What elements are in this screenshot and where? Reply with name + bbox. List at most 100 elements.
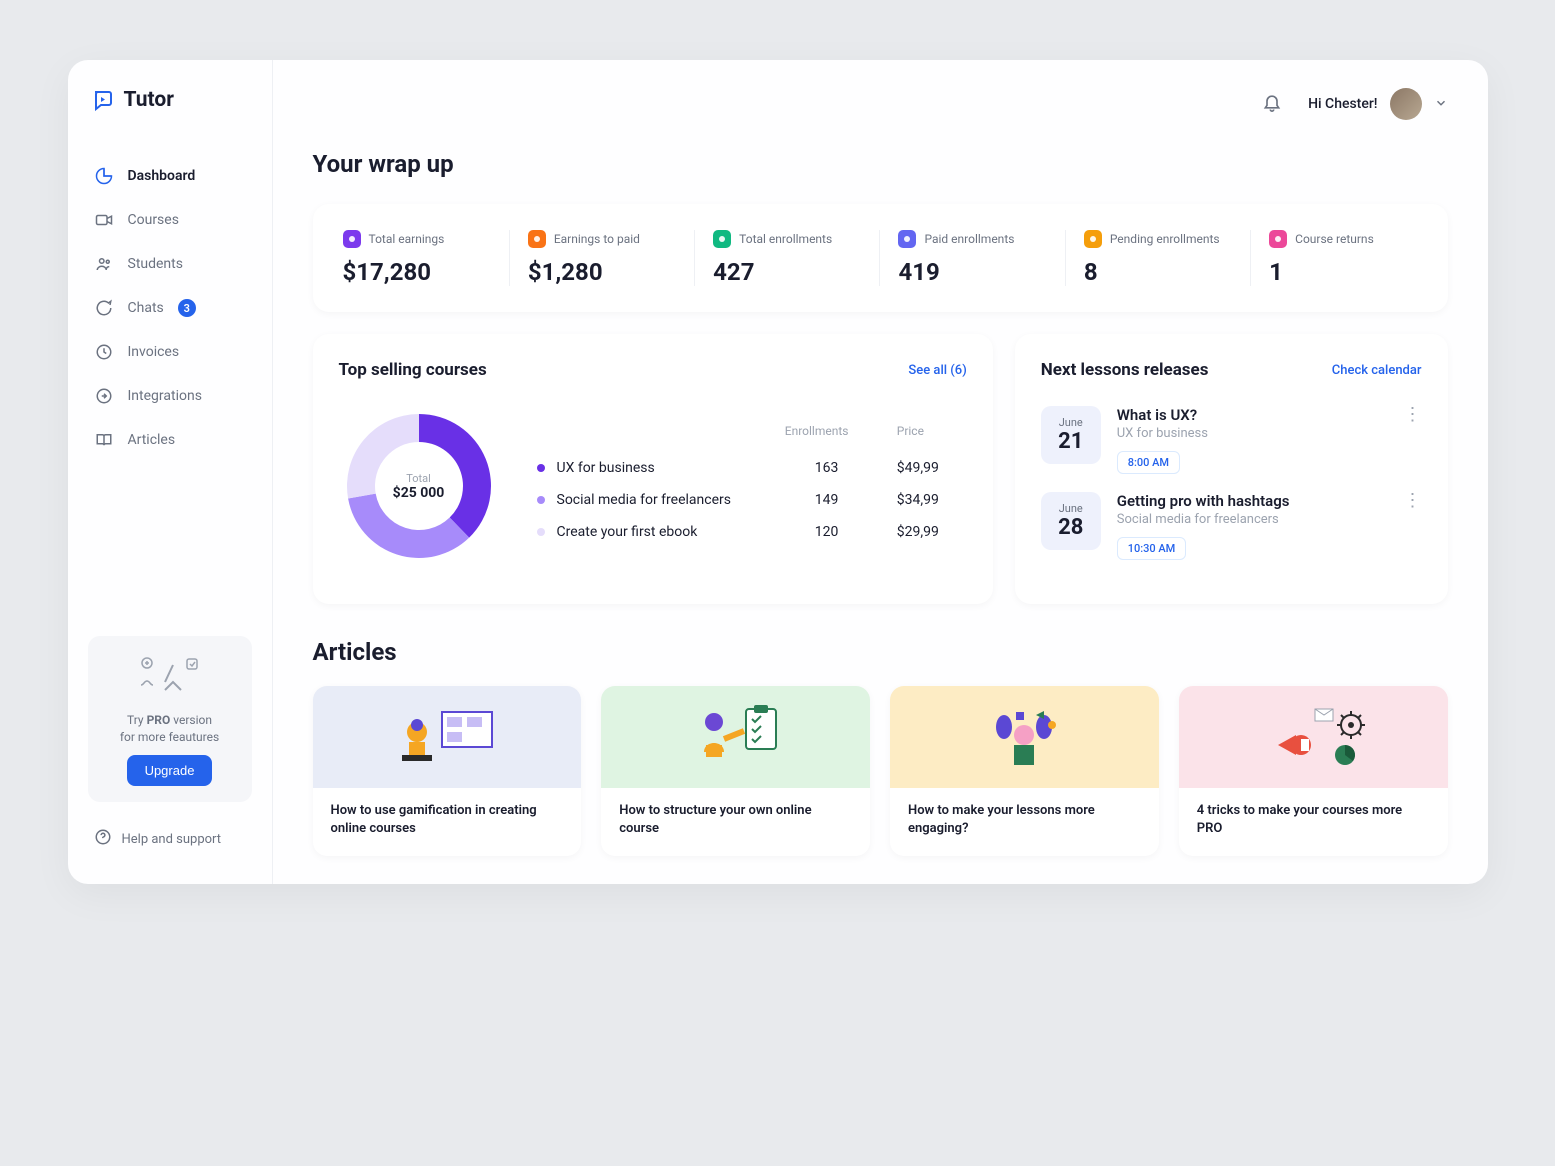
- stat-value: $1,280: [528, 258, 676, 286]
- course-price: $49,99: [897, 460, 967, 476]
- course-name: Social media for freelancers: [557, 492, 803, 508]
- greeting: Hi Chester!: [1308, 96, 1377, 112]
- legend-dot: [537, 496, 545, 504]
- stat-icon: [898, 230, 916, 248]
- promo-card: Try PRO versionfor more feautures Upgrad…: [88, 636, 252, 803]
- col-enrollments: Enrollments: [785, 424, 855, 438]
- course-row[interactable]: Social media for freelancers 149 $34,99: [537, 484, 967, 516]
- more-icon[interactable]: ⋮: [1404, 492, 1422, 510]
- stat-label: Earnings to paid: [554, 232, 640, 246]
- course-name: Create your first ebook: [557, 524, 803, 540]
- lesson-title: What is UX?: [1117, 406, 1388, 424]
- lesson-time: 8:00 AM: [1117, 451, 1180, 474]
- course-row[interactable]: Create your first ebook120$29,99: [537, 516, 967, 548]
- sidebar: Tutor Dashboard Courses Students Chats 3…: [68, 60, 273, 884]
- promo-text: Try PRO versionfor more feautures: [104, 712, 236, 746]
- stat-icon: [1269, 230, 1287, 248]
- sidebar-item-label: Articles: [128, 432, 176, 448]
- article-card[interactable]: How to make your lessons more engaging?: [890, 686, 1159, 856]
- donut-chart: Total $25 000: [339, 406, 499, 566]
- course-row[interactable]: UX for business 163 $49,99: [537, 452, 967, 484]
- donut-total-label: Total: [406, 472, 431, 485]
- upgrade-button[interactable]: Upgrade: [127, 755, 213, 786]
- lessons-card: Next lessons releases Check calendar Jun…: [1015, 334, 1448, 604]
- sidebar-item-invoices[interactable]: Invoices: [88, 330, 252, 374]
- sidebar-item-integrations[interactable]: Integrations: [88, 374, 252, 418]
- logo[interactable]: Tutor: [88, 88, 252, 112]
- sidebar-item-courses[interactable]: Courses: [88, 198, 252, 242]
- lesson-course: Social media for freelancers: [1117, 512, 1388, 527]
- sidebar-item-chats[interactable]: Chats 3: [88, 286, 252, 330]
- article-illustration: [601, 686, 870, 788]
- stat-icon: [1084, 230, 1102, 248]
- article-card[interactable]: How to structure your own online course: [601, 686, 870, 856]
- main: Hi Chester! Your wrap up Total earnings$…: [273, 60, 1488, 884]
- stat-item: Total earnings $17,280: [343, 230, 510, 286]
- invoice-icon: [94, 342, 114, 362]
- course-enrollments: 149: [815, 492, 885, 508]
- notifications-button[interactable]: [1262, 92, 1282, 116]
- article-title: How to use gamification in creating onli…: [313, 788, 582, 856]
- stat-value: 1: [1269, 258, 1417, 286]
- course-price: $34,99: [897, 492, 967, 508]
- integrations-icon: [94, 386, 114, 406]
- logo-text: Tutor: [124, 88, 174, 112]
- video-icon: [94, 210, 114, 230]
- article-card[interactable]: 4 tricks to make your courses more PRO: [1179, 686, 1448, 856]
- book-icon: [94, 430, 114, 450]
- chevron-down-icon: [1434, 95, 1448, 114]
- article-illustration: [313, 686, 582, 788]
- article-title: How to make your lessons more engaging?: [890, 788, 1159, 856]
- lesson-item[interactable]: June21 What is UX? UX for business 8:00 AM ⋮: [1041, 406, 1422, 474]
- lesson-title: Getting pro with hashtags: [1117, 492, 1388, 510]
- stat-label: Paid enrollments: [924, 232, 1014, 246]
- sidebar-item-label: Invoices: [128, 344, 180, 360]
- article-illustration: [1179, 686, 1448, 788]
- stat-item: Course returns 1: [1251, 230, 1417, 286]
- sidebar-item-students[interactable]: Students: [88, 242, 252, 286]
- lesson-date: June28: [1041, 492, 1101, 550]
- check-calendar-link[interactable]: Check calendar: [1332, 363, 1422, 378]
- stat-label: Course returns: [1295, 232, 1374, 246]
- donut-total-value: $25 000: [393, 485, 445, 501]
- stat-label: Total earnings: [369, 232, 445, 246]
- course-enrollments: 120: [815, 524, 885, 540]
- sidebar-item-dashboard[interactable]: Dashboard: [88, 154, 252, 198]
- stat-label: Pending enrollments: [1110, 232, 1220, 246]
- lesson-month: June: [1055, 416, 1087, 429]
- lesson-day: 21: [1055, 429, 1087, 454]
- course-enrollments: 163: [815, 460, 885, 476]
- article-title: 4 tricks to make your courses more PRO: [1179, 788, 1448, 856]
- help-link[interactable]: Help and support: [88, 822, 252, 856]
- stat-item: Paid enrollments419: [880, 230, 1065, 286]
- lesson-time: 10:30 AM: [1117, 537, 1187, 560]
- stat-icon: [713, 230, 731, 248]
- sidebar-item-label: Chats: [128, 300, 164, 316]
- top-selling-card: Top selling courses See all (6) Total $2…: [313, 334, 993, 604]
- course-name: UX for business: [557, 460, 803, 476]
- user-menu[interactable]: Hi Chester!: [1308, 88, 1447, 120]
- stat-value: $17,280: [343, 258, 491, 286]
- lesson-course: UX for business: [1117, 426, 1388, 441]
- stat-item: Total enrollments427: [695, 230, 880, 286]
- stat-label: Total enrollments: [739, 232, 832, 246]
- sidebar-item-articles[interactable]: Articles: [88, 418, 252, 462]
- topbar: Hi Chester!: [313, 88, 1448, 120]
- lesson-month: June: [1055, 502, 1087, 515]
- help-label: Help and support: [122, 832, 222, 847]
- lesson-date: June21: [1041, 406, 1101, 464]
- card-title: Top selling courses: [339, 360, 487, 380]
- sidebar-item-label: Dashboard: [128, 168, 196, 184]
- stat-icon: [343, 230, 361, 248]
- stat-icon: [528, 230, 546, 248]
- see-all-link[interactable]: See all (6): [908, 363, 966, 378]
- lesson-day: 28: [1055, 515, 1087, 540]
- promo-illustration: [104, 652, 236, 702]
- article-card[interactable]: How to use gamification in creating onli…: [313, 686, 582, 856]
- articles-grid: How to use gamification in creating onli…: [313, 686, 1448, 856]
- sidebar-item-label: Courses: [128, 212, 179, 228]
- lesson-item[interactable]: June28 Getting pro with hashtags Social me…: [1041, 492, 1422, 560]
- more-icon[interactable]: ⋮: [1404, 406, 1422, 424]
- top-selling-table: Enrollments Price UX for business163$49,…: [537, 424, 967, 548]
- logo-icon: [92, 88, 116, 112]
